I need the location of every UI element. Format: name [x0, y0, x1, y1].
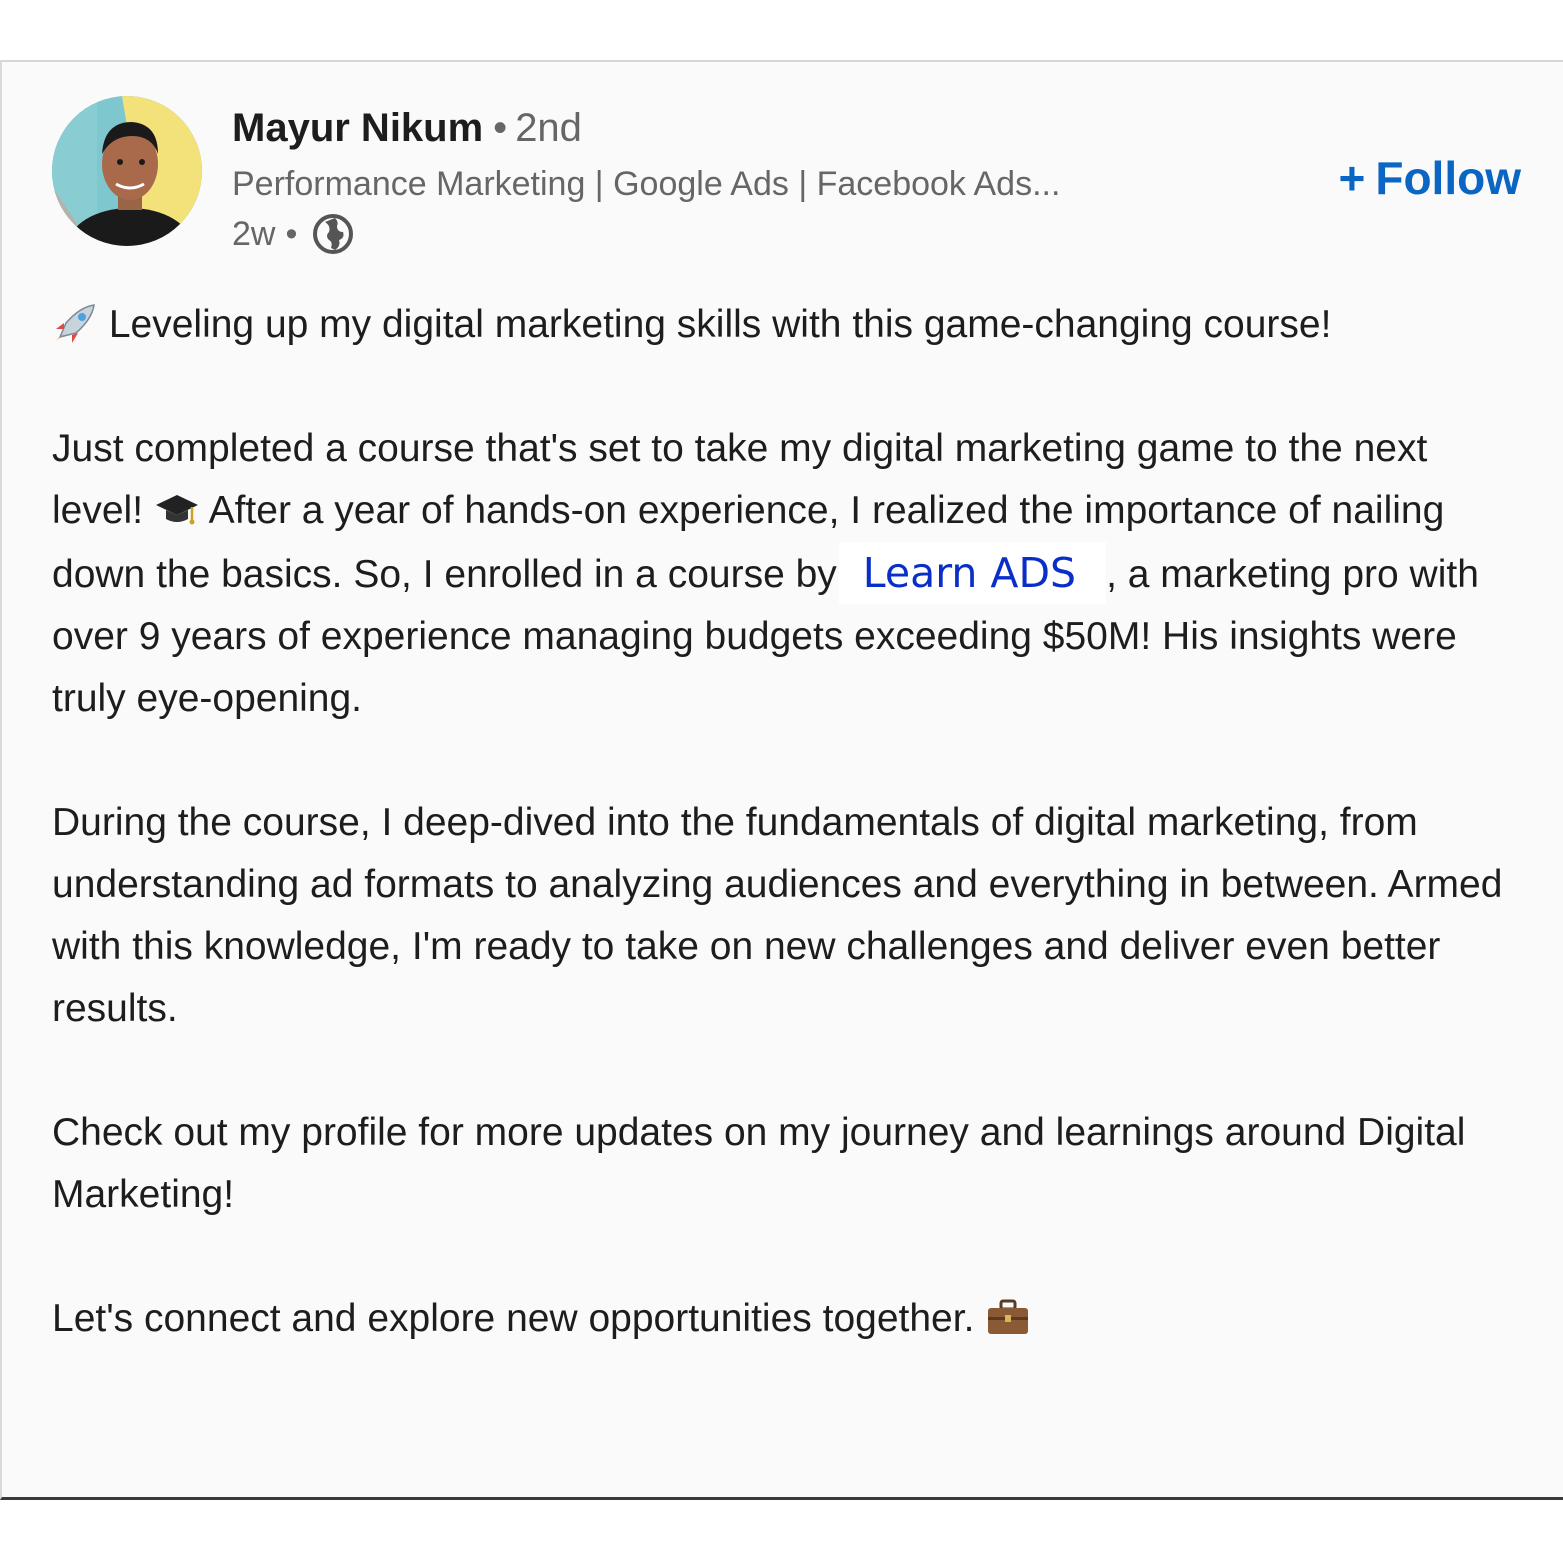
- author-name[interactable]: Mayur Nikum: [232, 106, 483, 150]
- paragraph-1: Leveling up my digital marketing skills …: [52, 294, 1522, 356]
- paragraph-4: Check out my profile for more updates on…: [52, 1111, 1466, 1216]
- avatar[interactable]: [52, 96, 202, 246]
- author-line: Mayur Nikum • 2nd: [232, 104, 582, 152]
- post-body: Leveling up my digital marketing skills …: [52, 294, 1522, 1350]
- paragraph-5: Let's connect and explore new opportunit…: [52, 1288, 1522, 1350]
- rocket-emoji: [52, 300, 98, 343]
- paragraph-1-text: Leveling up my digital marketing skills …: [108, 303, 1332, 346]
- paragraph-2: Just completed a course that's set to ta…: [52, 418, 1522, 730]
- author-headline: Performance Marketing | Google Ads | Fac…: [232, 165, 1061, 203]
- plus-icon: +: [1338, 152, 1366, 204]
- follow-button[interactable]: + Follow: [1338, 150, 1521, 206]
- name-separator: •: [493, 106, 508, 150]
- post-meta: 2w •: [232, 212, 355, 256]
- globe-icon: [311, 212, 355, 256]
- avatar-image: [52, 96, 202, 246]
- follow-label: Follow: [1375, 152, 1521, 204]
- post-time: 2w: [232, 215, 276, 253]
- paragraph-3: During the course, I deep-dived into the…: [52, 801, 1503, 1030]
- meta-separator: •: [285, 215, 298, 253]
- paragraph-5-text: Let's connect and explore new opportunit…: [52, 1297, 975, 1340]
- post-card: Mayur Nikum • 2nd Performance Marketing | …: [0, 60, 1563, 1500]
- connection-degree: 2nd: [515, 106, 582, 150]
- mention-link[interactable]: Learn ADS: [838, 542, 1107, 604]
- graduation-cap-emoji: [154, 486, 200, 526]
- briefcase-emoji: [985, 1294, 1031, 1334]
